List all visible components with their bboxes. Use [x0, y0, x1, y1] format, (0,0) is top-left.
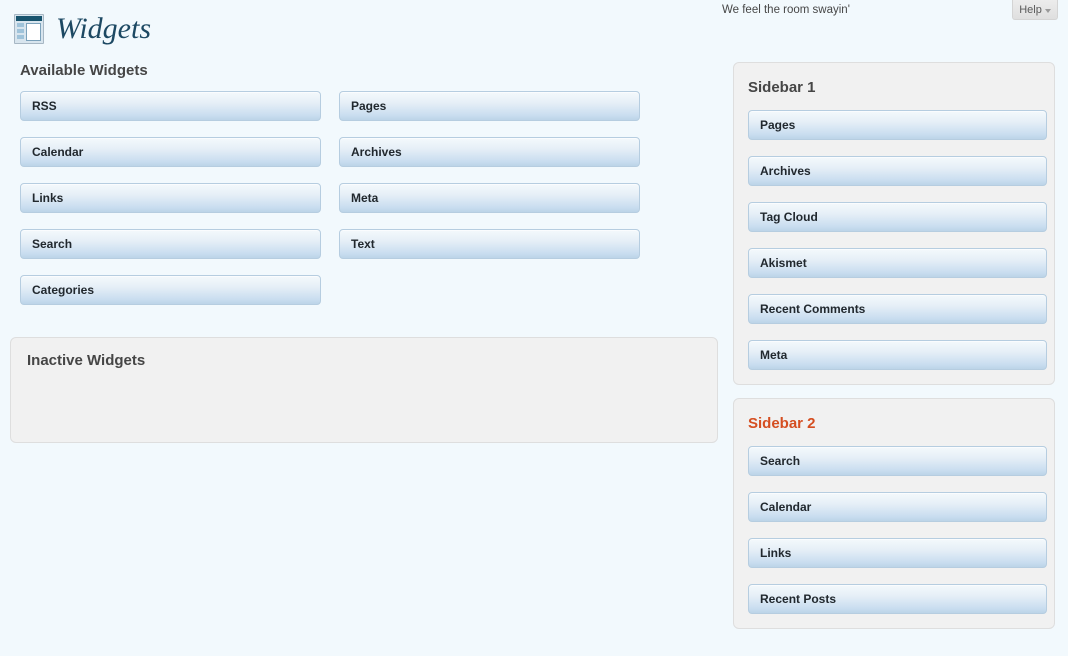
- help-button[interactable]: Help: [1012, 0, 1058, 20]
- widget-chip-label: Categories: [32, 283, 95, 297]
- available-widgets-grid: RSS Pages Calendar Archives Links Meta Search T…: [20, 91, 660, 305]
- sidebar-2-widget-list: Search Calendar Links Recent Posts: [748, 446, 1047, 614]
- available-widget-search[interactable]: Search: [20, 229, 321, 259]
- available-widget-pages[interactable]: Pages: [339, 91, 640, 121]
- widget-chip-label: Pages: [351, 99, 387, 113]
- page-header: Widgets We feel the room swayin' Help: [0, 0, 1068, 62]
- available-widget-calendar[interactable]: Calendar: [20, 137, 321, 167]
- sidebar-1-widget-archives[interactable]: Archives: [748, 156, 1047, 186]
- sidebar-2-widget-calendar[interactable]: Calendar: [748, 492, 1047, 522]
- sidebar-1-widget-akismet[interactable]: Akismet: [748, 248, 1047, 278]
- sidebar-2-widget-search[interactable]: Search: [748, 446, 1047, 476]
- widget-chip-label: Meta: [760, 348, 788, 362]
- available-widget-archives[interactable]: Archives: [339, 137, 640, 167]
- available-widget-text[interactable]: Text: [339, 229, 640, 259]
- sidebar-1-widget-recent-comments[interactable]: Recent Comments: [748, 294, 1047, 324]
- widgets-window-icon: [14, 14, 44, 44]
- sidebar-1-widget-pages[interactable]: Pages: [748, 110, 1047, 140]
- widget-chip-label: Text: [351, 237, 375, 251]
- available-widget-categories[interactable]: Categories: [20, 275, 321, 305]
- widget-chip-label: Recent Comments: [760, 302, 866, 316]
- widget-chip-label: RSS: [32, 99, 57, 113]
- available-widget-links[interactable]: Links: [20, 183, 321, 213]
- widgets-main-column: Available Widgets RSS Pages Calendar Archiv…: [9, 62, 719, 443]
- widget-chip-label: Search: [760, 454, 801, 468]
- sidebar-1-widget-list: Pages Archives Tag Cloud Akismet Recent Comm…: [748, 110, 1047, 370]
- widget-chip-label: Meta: [351, 191, 379, 205]
- inactive-widgets-panel[interactable]: Inactive Widgets: [10, 337, 718, 443]
- page-title: Widgets: [56, 12, 151, 45]
- available-widget-rss[interactable]: RSS: [20, 91, 321, 121]
- sidebar-1-widget-meta[interactable]: Meta: [748, 340, 1047, 370]
- sidebar-panel-2[interactable]: Sidebar 2 Search Calendar Links Recent Posts: [733, 398, 1055, 629]
- sidebar-panel-1[interactable]: Sidebar 1 Pages Archives Tag Cloud Akismet Re…: [733, 62, 1055, 385]
- widget-chip-label: Calendar: [32, 145, 84, 159]
- page-title-row: Widgets: [14, 14, 151, 44]
- widget-chip-label: Archives: [351, 145, 402, 159]
- available-widget-meta[interactable]: Meta: [339, 183, 640, 213]
- inactive-widgets-heading: Inactive Widgets: [27, 352, 146, 369]
- widget-chip-label: Recent Posts: [760, 592, 837, 606]
- widget-chip-label: Archives: [760, 164, 811, 178]
- sidebars-column: Sidebar 1 Pages Archives Tag Cloud Akismet Re…: [733, 62, 1055, 642]
- help-button-label: Help: [1019, 3, 1042, 16]
- chevron-down-icon: [1044, 8, 1051, 13]
- widgets-icon-titlebar: [16, 16, 42, 21]
- widget-chip-label: Akismet: [760, 256, 807, 270]
- widget-chip-label: Calendar: [760, 500, 812, 514]
- widgets-icon-bar: [17, 23, 24, 27]
- sidebar-1-widget-tag-cloud[interactable]: Tag Cloud: [748, 202, 1047, 232]
- widget-chip-label: Links: [760, 546, 792, 560]
- sidebar-1-heading: Sidebar 1: [748, 79, 816, 96]
- sidebar-2-widget-recent-posts[interactable]: Recent Posts: [748, 584, 1047, 614]
- widget-chip-label: Tag Cloud: [760, 210, 818, 224]
- widget-chip-label: Search: [32, 237, 73, 251]
- available-widgets-heading: Available Widgets: [20, 62, 148, 79]
- widget-chip-label: Pages: [760, 118, 796, 132]
- widget-chip-label: Links: [32, 191, 64, 205]
- sidebar-2-widget-links[interactable]: Links: [748, 538, 1047, 568]
- widgets-icon-bar: [17, 29, 24, 33]
- site-tagline: We feel the room swayin': [722, 4, 850, 16]
- widgets-icon-content: [26, 23, 41, 41]
- sidebar-2-heading: Sidebar 2: [748, 415, 816, 432]
- widgets-icon-bar: [17, 35, 24, 39]
- widgets-icon-sidebar: [17, 23, 24, 41]
